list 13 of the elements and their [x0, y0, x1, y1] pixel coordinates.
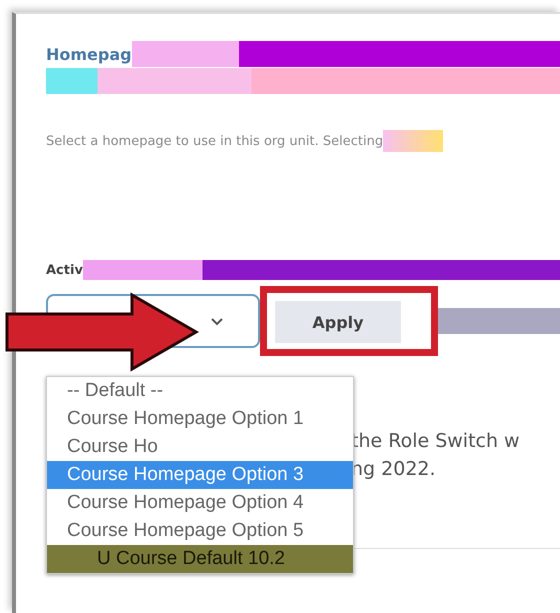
chevron-down-icon: [210, 316, 224, 326]
section-title: Homepag: [46, 44, 132, 64]
dropdown-option[interactable]: Course Homepage Option 1: [47, 405, 353, 433]
dropdown-option[interactable]: Course Homepage Option 5: [47, 517, 353, 545]
dropdown-option[interactable]: -- Default --: [47, 377, 353, 405]
glitch-block: [383, 130, 444, 152]
dropdown-option[interactable]: Course Homepage Option 3: [47, 461, 353, 489]
dropdown-option[interactable]: Course Ho: [47, 433, 353, 461]
description-text: Select a homepage to use in this org unit. Selecting: [46, 134, 384, 148]
dropdown-option[interactable]: U Course Default 10.2: [47, 545, 353, 573]
field-label: Activ: [46, 262, 83, 278]
apply-button[interactable]: Apply: [275, 301, 401, 343]
dropdown-option[interactable]: Course Homepage Option 4: [47, 489, 353, 517]
